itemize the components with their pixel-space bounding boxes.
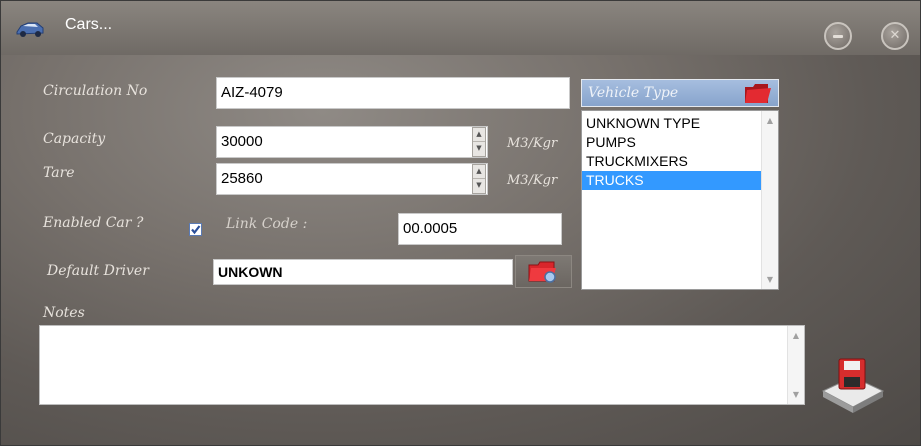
vehicle-type-list[interactable]: UNKNOWN TYPE PUMPS TRUCKMIXERS TRUCKS ▲ … [581,110,779,290]
minimize-icon [833,35,843,38]
spin-up-icon[interactable]: ▲ [473,165,485,179]
vehicle-type-item-pumps[interactable]: PUMPS [582,133,775,152]
tare-unit: M3/Kgr [507,173,558,188]
link-code-label: Link Code : [226,216,308,232]
circulation-no-input[interactable]: AIZ-4079 [216,77,570,109]
vehicle-type-title: Vehicle Type [588,85,679,101]
capacity-label: Capacity [43,131,106,147]
cars-window: Cars... ✕ Circulation No AIZ-4079 Capaci… [0,0,921,446]
save-button[interactable] [819,355,885,415]
scroll-up-icon[interactable]: ▲ [762,116,778,125]
close-icon: ✕ [889,28,901,43]
vehicle-type-scrollbar[interactable]: ▲ ▼ [761,111,778,289]
link-code-input[interactable]: 00.0005 [398,213,562,245]
save-disk-icon [821,358,885,413]
enabled-car-label: Enabled Car ? [43,215,144,231]
vehicle-type-header: Vehicle Type [581,79,779,107]
capacity-input[interactable]: 30000 [216,126,488,158]
notes-scrollbar[interactable]: ▲ ▼ [787,326,804,404]
circulation-no-label: Circulation No [43,83,148,99]
default-driver-input[interactable]: UNKOWN [213,259,513,285]
tare-label: Tare [43,165,75,181]
vehicle-type-item-truckmixers[interactable]: TRUCKMIXERS [582,152,775,171]
title-bar: Cars... ✕ [1,1,920,55]
default-driver-label: Default Driver [47,263,149,279]
scroll-down-icon[interactable]: ▼ [788,390,804,399]
close-button[interactable]: ✕ [881,22,909,50]
notes-textarea[interactable]: ▲ ▼ [39,325,805,405]
capacity-unit: M3/Kgr [507,136,558,151]
folder-icon[interactable] [744,82,772,106]
driver-lookup-button[interactable] [515,255,572,288]
enabled-car-checkbox[interactable] [189,223,202,236]
car-icon [16,22,44,37]
spin-down-icon[interactable]: ▼ [473,179,485,193]
vehicle-type-item-trucks[interactable]: TRUCKS [582,171,775,190]
vehicle-type-item-unknown[interactable]: UNKNOWN TYPE [582,114,775,133]
folder-search-icon [528,261,556,283]
checkmark-icon [191,225,201,235]
scroll-up-icon[interactable]: ▲ [788,331,804,340]
minimize-button[interactable] [824,22,852,50]
vehicle-type-panel: Vehicle Type UNKNOWN TYPE PUMPS TRUCKMIX… [581,79,779,290]
spin-up-icon[interactable]: ▲ [473,128,485,142]
tare-spinner[interactable]: ▲ ▼ [472,164,486,194]
notes-label: Notes [43,305,85,321]
scroll-down-icon[interactable]: ▼ [762,275,778,284]
tare-input[interactable]: 25860 [216,163,488,195]
spin-down-icon[interactable]: ▼ [473,142,485,156]
capacity-spinner[interactable]: ▲ ▼ [472,127,486,157]
window-title: Cars... [65,16,113,33]
